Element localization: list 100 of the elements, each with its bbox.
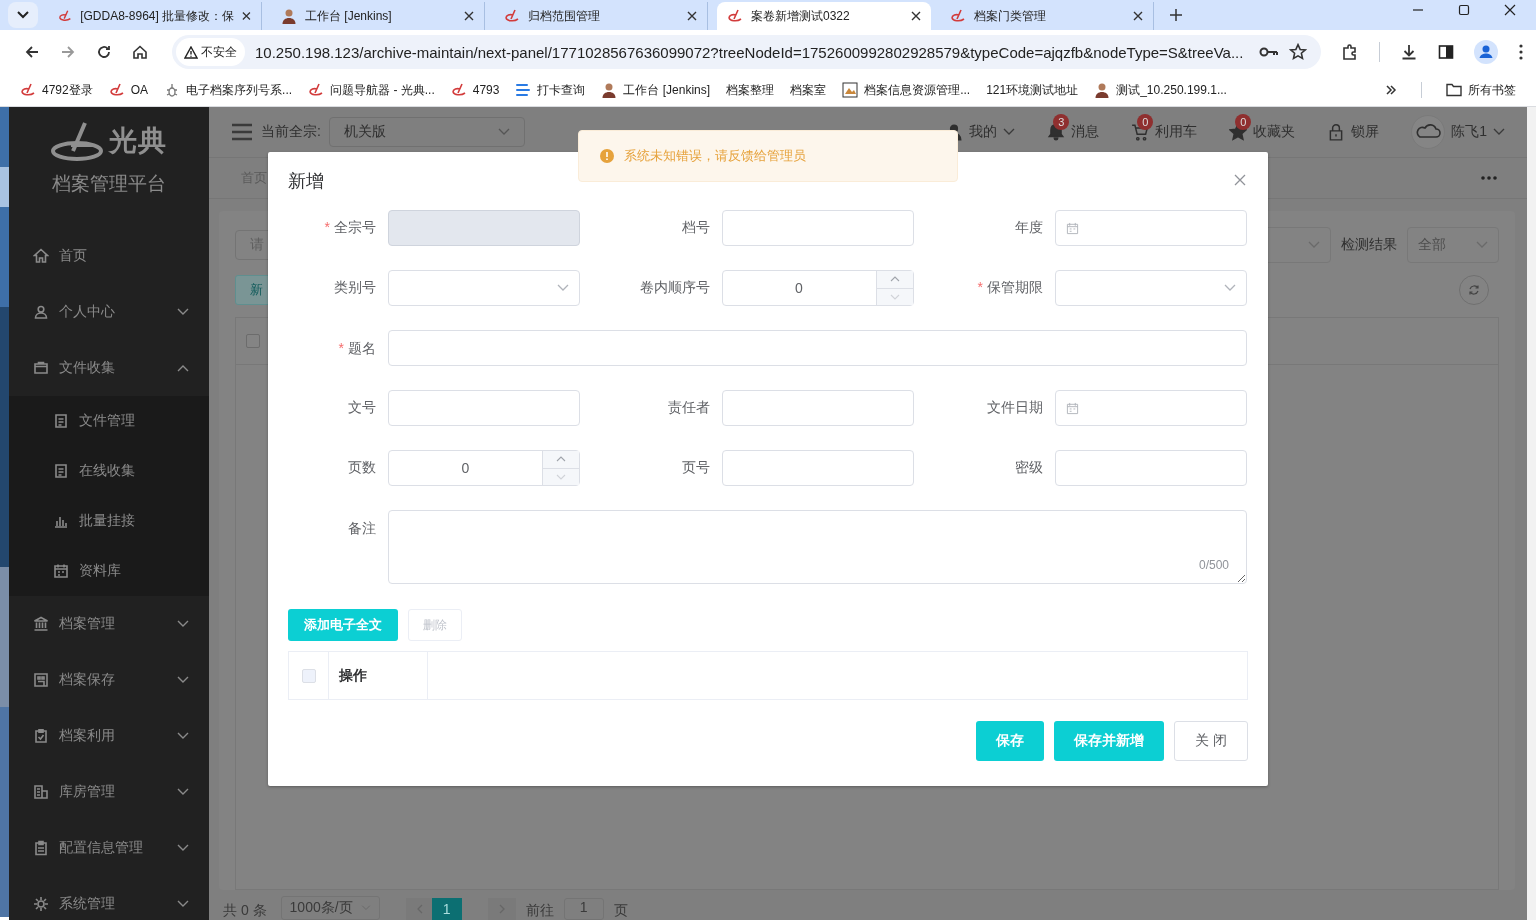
menu-item[interactable]: 个人中心 <box>9 284 209 340</box>
warning-icon <box>600 149 614 163</box>
menu-icon[interactable] <box>1518 43 1524 61</box>
submenu-item[interactable]: 文件管理 <box>9 396 209 446</box>
star-icon[interactable] <box>1289 43 1307 61</box>
bookmark[interactable]: 测试_10.250.199.1... <box>1094 81 1227 99</box>
input-field[interactable] <box>388 330 1247 366</box>
bookmark[interactable]: 打卡查询 <box>515 81 586 99</box>
date-field[interactable] <box>1055 210 1247 246</box>
chevron-icon <box>177 732 189 740</box>
building-icon <box>33 672 49 688</box>
reload-icon[interactable] <box>96 44 112 60</box>
logo-text: 光典 <box>109 124 167 158</box>
page-input[interactable]: 1 <box>563 898 604 920</box>
header-item[interactable]: 锁屏 <box>1327 123 1380 141</box>
field-label: 年度 <box>1014 219 1043 237</box>
select-field[interactable] <box>1055 270 1247 306</box>
column-header: 操作 <box>329 652 428 699</box>
close-icon[interactable] <box>687 11 697 21</box>
chevron-up-icon <box>556 456 566 463</box>
input-field[interactable] <box>721 390 914 426</box>
input-field[interactable] <box>1055 450 1247 486</box>
close-icon[interactable] <box>1133 11 1143 21</box>
submenu-item[interactable]: 在线收集 <box>9 446 209 496</box>
logo-icon <box>58 8 73 24</box>
checkbox[interactable] <box>246 334 260 348</box>
document-icon <box>53 463 69 479</box>
all-bookmarks-button[interactable]: 所有书签 <box>1446 81 1516 99</box>
menu-item[interactable]: 文件收集 <box>9 340 209 396</box>
browser-tab[interactable]: 案卷新增测试0322 <box>717 2 931 30</box>
submenu-item[interactable]: 资料库 <box>9 546 209 596</box>
page-unit: 页 <box>613 902 628 920</box>
input-field[interactable] <box>721 450 914 486</box>
fonds-label: 当前全宗: <box>261 123 321 141</box>
close-icon[interactable] <box>464 11 474 21</box>
menu-item[interactable]: 系统管理 <box>9 876 209 920</box>
home-icon <box>33 248 49 264</box>
bookmark[interactable]: OA <box>108 82 149 98</box>
message-text: 系统未知错误，请反馈给管理员 <box>624 147 806 165</box>
chevron-double-right-icon[interactable] <box>1385 84 1397 96</box>
clipboard-icon <box>33 840 49 856</box>
user-menu[interactable]: 陈飞1 <box>1411 115 1505 149</box>
bookmark[interactable]: 档案整理 <box>726 81 775 99</box>
fonds-select[interactable]: 机关版 <box>328 117 525 147</box>
menu-item[interactable]: 首页 <box>9 228 209 284</box>
chevron-icon <box>177 788 189 796</box>
chevron-icon <box>177 620 189 628</box>
menu-item[interactable]: 档案利用 <box>9 708 209 764</box>
menu-item[interactable]: 档案管理 <box>9 596 209 652</box>
sidebar-toggle-icon[interactable] <box>1438 44 1454 60</box>
tab-title: 案卷新增测试0322 <box>751 7 851 25</box>
menu-item[interactable]: 配置信息管理 <box>9 820 209 876</box>
field-label: 备注 <box>347 519 376 538</box>
field-label: 卷内顺序号 <box>638 279 710 297</box>
close-icon[interactable] <box>911 11 921 21</box>
bookmark[interactable]: 121环境测试地址 <box>986 81 1079 99</box>
bookmark[interactable]: 档案室 <box>790 81 827 99</box>
url-text: 10.250.198.123/archive-maintain/next-panel/1771028567636099072?treeNodeId=1752600992802928579&typeCode=ajqzfb&nodeType=S&treeVa... <box>255 43 1245 61</box>
back-icon[interactable] <box>24 44 40 60</box>
bookmark[interactable]: 4792登录 <box>20 81 93 99</box>
input-field[interactable] <box>388 390 580 426</box>
close-icon[interactable] <box>242 11 251 21</box>
bookmark[interactable]: 电子档案序列号系... <box>164 81 293 99</box>
menu-item[interactable]: 库房管理 <box>9 764 209 820</box>
extension-icon[interactable] <box>1341 43 1359 61</box>
field-label: 类别号 <box>333 279 376 297</box>
submenu-item[interactable]: 批量挂接 <box>9 496 209 546</box>
page-number[interactable]: 1 <box>431 898 462 920</box>
security-chip[interactable]: 不安全 <box>176 38 245 66</box>
home-icon[interactable] <box>132 44 148 60</box>
document-icon <box>53 413 69 429</box>
profile-icon[interactable] <box>1474 40 1498 64</box>
bookmark[interactable]: 工作台 [Jenkins] <box>601 81 711 99</box>
more-icon[interactable] <box>1481 176 1497 180</box>
download-icon[interactable] <box>1400 43 1418 61</box>
address-field[interactable]: 不安全 10.250.198.123/archive-maintain/next-panel/1771028567636099072?treeNodeId=1752600992802928579&typeCode=ajqzfb&nodeType=S&treeVa... <box>172 35 1321 69</box>
menu-item[interactable]: 档案保存 <box>9 652 209 708</box>
close-icon[interactable] <box>1504 4 1516 16</box>
dialog-button[interactable]: 关 闭 <box>1174 721 1248 761</box>
maximize-icon[interactable] <box>1458 4 1470 16</box>
textarea-field[interactable] <box>388 510 1247 584</box>
bookmark[interactable]: 问题导航器 - 光典... <box>308 81 435 99</box>
logo-icon <box>450 82 467 98</box>
tab-search-button[interactable] <box>8 2 38 28</box>
warning-icon <box>184 45 198 59</box>
field-label: * 题名 <box>337 339 376 358</box>
avatar-icon <box>281 8 297 24</box>
page-size-select[interactable]: 1000条/页 <box>280 896 380 920</box>
field-label: 文件日期 <box>986 399 1043 417</box>
bookmark[interactable]: 4793 <box>450 82 500 98</box>
filter-label: 检测结果 <box>1341 236 1397 254</box>
input-field[interactable] <box>721 210 914 246</box>
chevron-icon <box>177 900 189 908</box>
bookmark[interactable]: 档案信息资源管理... <box>842 81 971 99</box>
new-tab-icon[interactable] <box>1169 8 1183 22</box>
date-field[interactable] <box>1055 390 1247 426</box>
select-field[interactable] <box>388 270 580 306</box>
field-label: * 全宗号 <box>323 219 376 237</box>
key-icon[interactable] <box>1259 46 1279 58</box>
forward-icon[interactable] <box>60 44 76 60</box>
